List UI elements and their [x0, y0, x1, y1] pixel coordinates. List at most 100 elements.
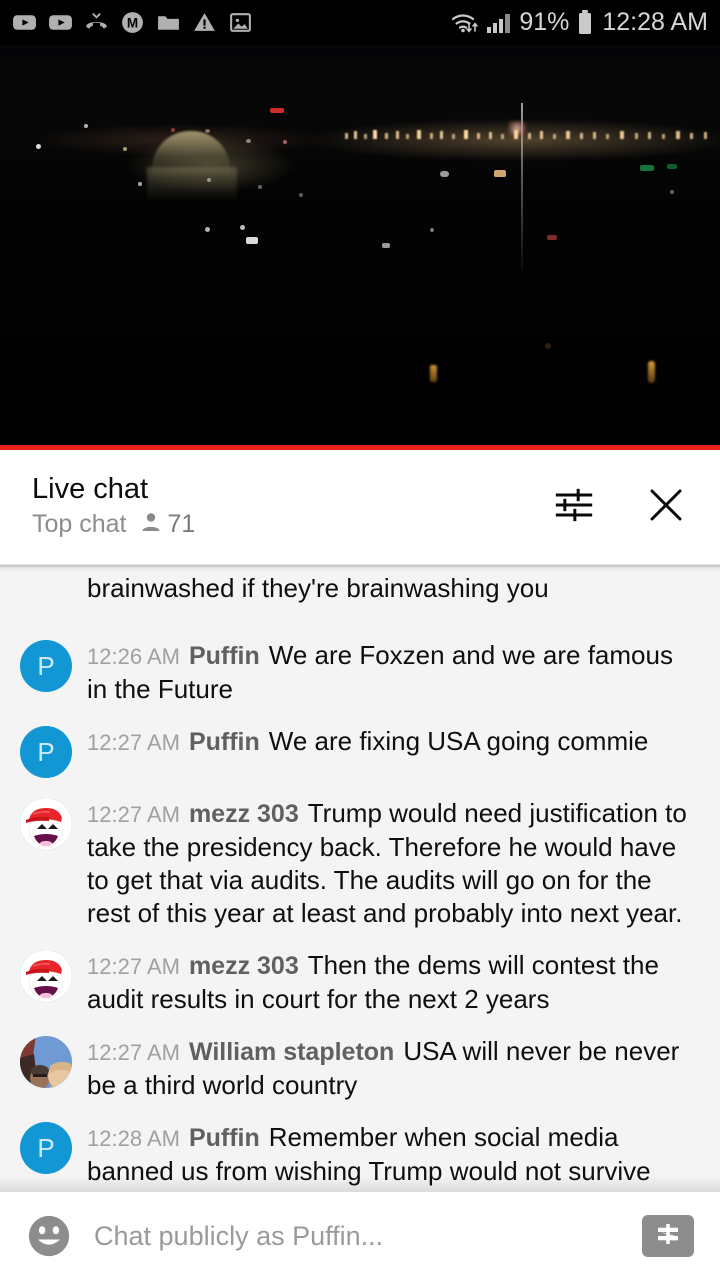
wifi-icon [450, 10, 480, 36]
light-dot [123, 147, 127, 151]
status-bar-system-icons: 91% 12:28 AM [450, 8, 708, 37]
battery-percent-label: 91% [519, 8, 570, 36]
avatar-letter: P [37, 1132, 55, 1163]
light-dot [430, 228, 434, 232]
person-icon [139, 510, 163, 539]
chat-header-actions [552, 485, 688, 529]
monument-base [147, 167, 237, 201]
light-dot [205, 227, 210, 232]
light-dot [36, 144, 41, 149]
chat-settings-button[interactable] [552, 485, 596, 529]
message-timestamp: 12:27 AM [87, 954, 180, 979]
message-body: 12:28 AM Puffin Remember when social media… [87, 1120, 700, 1192]
close-icon [645, 484, 687, 531]
viewer-count-label: 71 [167, 510, 196, 538]
awesome-face-cap-avatar-image [20, 950, 72, 1002]
message-body: 12:27 AM Puffin We are fixing USA going co… [87, 724, 700, 759]
chat-input-field[interactable] [94, 1220, 628, 1252]
message-author[interactable]: Puffin [189, 1124, 260, 1152]
live-chat-header: Live chat Top chat 71 [0, 450, 720, 565]
light-dot [240, 225, 245, 230]
missed-call-icon [84, 10, 109, 35]
viewer-count-group: 71 [139, 510, 196, 539]
photo-avatar-image [20, 1036, 72, 1088]
light-dot [494, 170, 506, 177]
chat-input-bar [0, 1192, 720, 1280]
cellular-signal-icon [486, 11, 513, 35]
avatar-letter: P [37, 736, 55, 767]
avatar[interactable] [20, 950, 72, 1002]
tune-icon [554, 485, 594, 530]
video-night-skyline-frame [0, 45, 720, 450]
message-author[interactable]: Puffin [189, 728, 260, 756]
light-dot [171, 128, 175, 132]
light-dot [440, 171, 449, 177]
status-bar-clock: 12:28 AM [602, 8, 708, 36]
chat-mode-label[interactable]: Top chat [32, 512, 127, 537]
light-dot [246, 139, 251, 143]
super-chat-button[interactable] [642, 1215, 694, 1257]
live-chat-screen: M 91% 12:28 AM Live chat Top chat 71 bra… [0, 0, 720, 1280]
battery-icon [577, 9, 593, 36]
light-dot [430, 365, 437, 382]
light-dot [640, 165, 654, 171]
light-dot [547, 235, 557, 240]
light-dot [205, 129, 210, 133]
avatar[interactable] [20, 798, 72, 850]
avatar-letter: P [37, 650, 55, 681]
live-chat-title: Live chat [32, 473, 149, 505]
emoji-smiley-icon [26, 1215, 72, 1263]
message-timestamp: 12:27 AM [87, 1040, 180, 1065]
message-text: brainwashed if they're brainwashing you [87, 573, 549, 603]
video-progress-bar[interactable] [0, 445, 720, 450]
avatar[interactable]: P [20, 640, 72, 692]
message-body: brainwashed if they're brainwashing you [87, 571, 700, 605]
chat-message-row: P 12:27 AM Puffin We are fixing USA going … [0, 715, 720, 787]
youtube-icon [48, 10, 73, 35]
avatar[interactable] [20, 1036, 72, 1088]
message-body: 12:26 AM Puffin We are Foxzen and we are f… [87, 638, 700, 706]
light-dot [382, 243, 390, 248]
chat-message-partial: brainwashed if they're brainwashing you [0, 571, 720, 629]
message-body: 12:27 AM mezz 303 Trump would need justifi… [87, 796, 700, 930]
light-dot [270, 108, 284, 113]
light-dot [84, 124, 88, 128]
light-dot [670, 190, 674, 194]
image-icon [228, 10, 253, 35]
message-author[interactable]: William stapleton [189, 1038, 394, 1066]
chat-header-text-group: Live chat Top chat 71 [32, 475, 195, 539]
message-timestamp: 12:26 AM [87, 644, 180, 669]
message-text: We are fixing USA going commie [268, 726, 649, 756]
chat-message-row: 12:27 AM William stapleton USA will never … [0, 1025, 720, 1111]
chat-message-list[interactable]: brainwashed if they're brainwashing you … [0, 565, 720, 1192]
message-body: 12:27 AM William stapleton USA will never … [87, 1034, 700, 1102]
light-dot [283, 140, 287, 144]
message-timestamp: 12:27 AM [87, 730, 180, 755]
awesome-face-cap-avatar-image [20, 798, 72, 850]
folder-icon [156, 10, 181, 35]
warning-icon [192, 10, 217, 35]
close-chat-button[interactable] [644, 485, 688, 529]
status-bar: M 91% 12:28 AM [0, 0, 720, 45]
status-bar-notification-icons: M [12, 10, 253, 35]
chat-message-row: 12:27 AM mezz 303 Trump would need justifi… [0, 787, 720, 939]
message-author[interactable]: mezz 303 [189, 800, 299, 828]
light-dot [138, 182, 142, 186]
light-dot [667, 164, 677, 169]
message-author[interactable]: Puffin [189, 642, 260, 670]
chat-message-row: P 12:26 AM Puffin We are Foxzen and we are… [0, 629, 720, 715]
youtube-icon [12, 10, 37, 35]
video-player[interactable] [0, 45, 720, 450]
light-dot [299, 193, 303, 197]
chat-message-row: P 12:28 AM Puffin Remember when social med… [0, 1111, 720, 1192]
dollar-icon [653, 1219, 683, 1254]
avatar[interactable]: P [20, 1122, 72, 1174]
message-body: 12:27 AM mezz 303 Then the dems will conte… [87, 948, 700, 1016]
avatar[interactable]: P [20, 726, 72, 778]
emoji-picker-button[interactable] [26, 1213, 72, 1259]
chat-subheader: Top chat 71 [32, 510, 195, 539]
message-author[interactable]: mezz 303 [189, 952, 299, 980]
svg-text:M: M [127, 16, 138, 31]
message-timestamp: 12:28 AM [87, 1126, 180, 1151]
light-dot [545, 343, 551, 349]
